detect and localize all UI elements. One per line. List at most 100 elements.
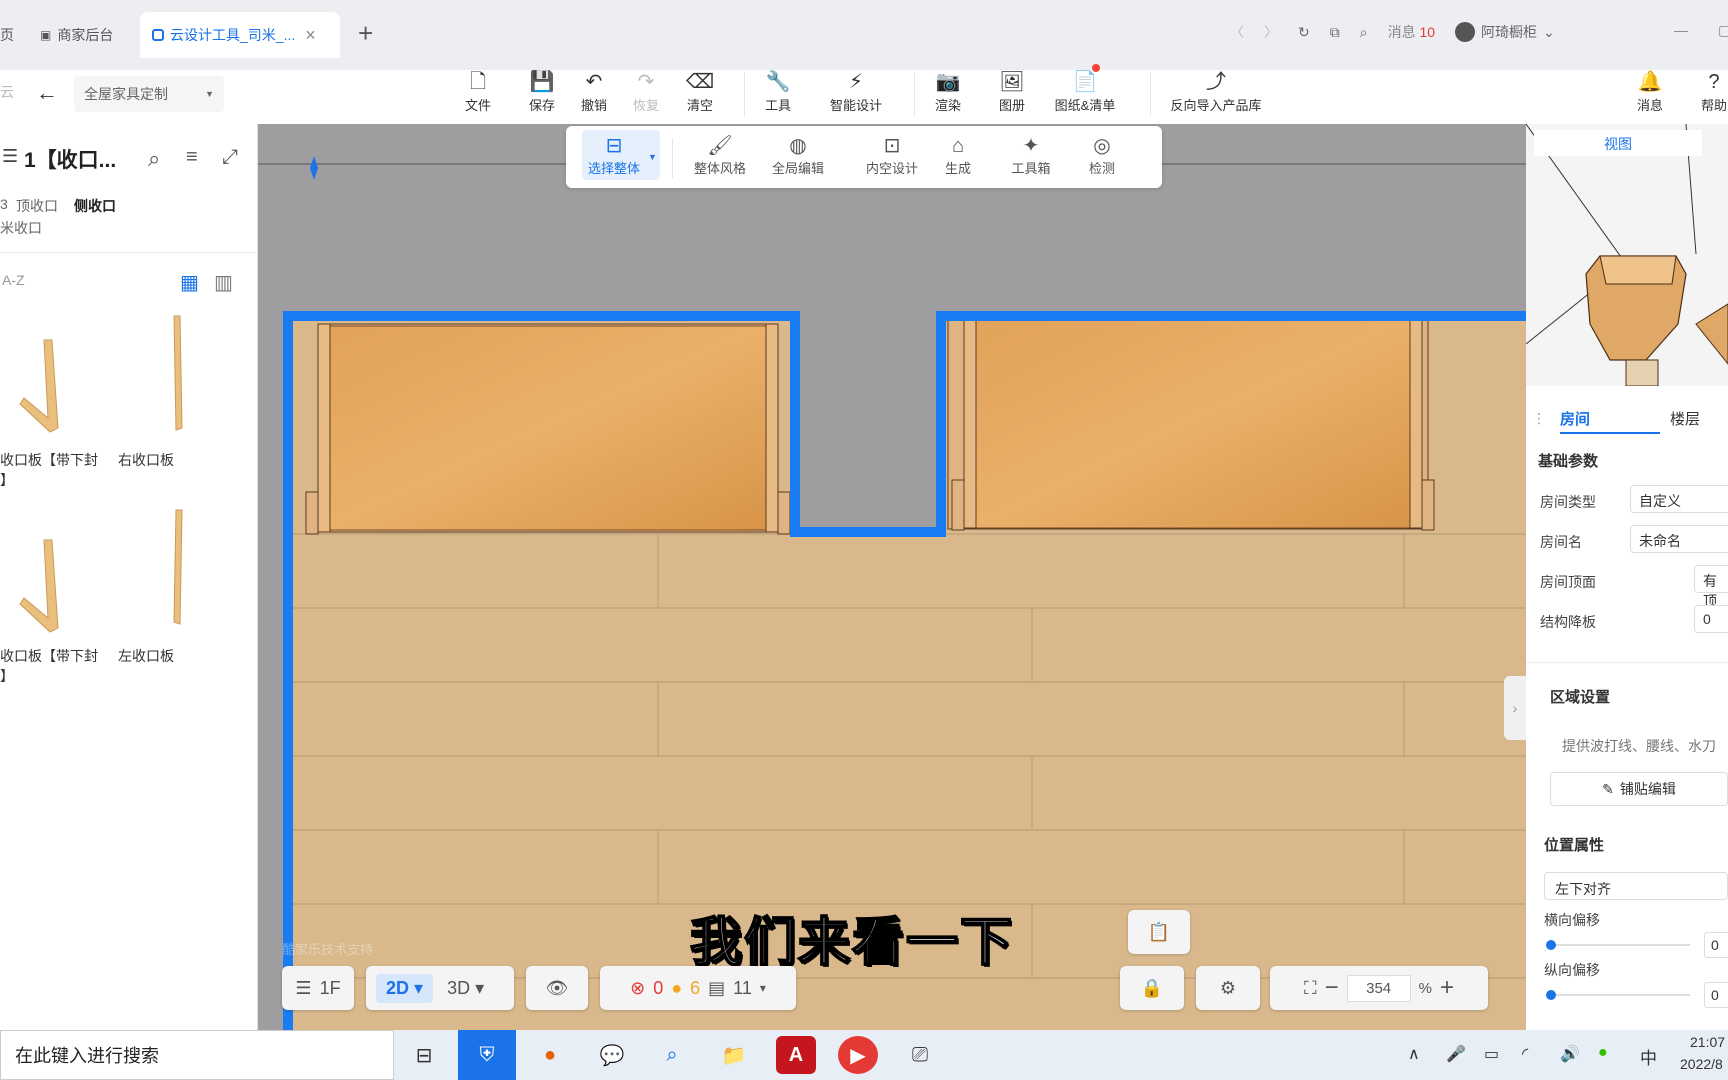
clipboard-button[interactable]: 📋: [1128, 910, 1190, 954]
ime-indicator[interactable]: 中: [1640, 1044, 1657, 1069]
product-thumb-2[interactable]: [150, 310, 210, 440]
room-name-input[interactable]: 未命名: [1630, 525, 1728, 553]
forward-icon[interactable]: 〉: [1264, 22, 1278, 42]
tab-merchant-backend[interactable]: ▣ 商家后台: [40, 16, 113, 54]
message-button[interactable]: 🔔 消息: [1634, 70, 1666, 122]
interior-design-button[interactable]: ⊡ 内空设计: [862, 134, 922, 177]
album-button[interactable]: 🖼 图册: [996, 70, 1028, 122]
clock-time[interactable]: 21:07: [1690, 1034, 1725, 1050]
drag-handle-icon[interactable]: ⋮: [1532, 410, 1546, 427]
file-button[interactable]: 🗋 文件: [462, 70, 494, 122]
tab-room[interactable]: 房间: [1560, 408, 1590, 429]
v-offset-slider[interactable]: [1546, 990, 1556, 1000]
tab-first[interactable]: 页: [0, 16, 14, 54]
align-select[interactable]: 左下对齐: [1544, 872, 1728, 900]
grid-view-icon[interactable]: ▦: [180, 270, 199, 295]
lock-button[interactable]: 🔒: [1120, 966, 1184, 1010]
paste-edit-button[interactable]: ✎ 铺贴编辑: [1550, 772, 1728, 806]
filter-top-trim[interactable]: 顶收口: [16, 196, 58, 216]
refresh-icon[interactable]: ↻: [1298, 24, 1310, 41]
generate-button[interactable]: ⌂ 生成: [942, 134, 974, 177]
expand-icon[interactable]: ⤢: [222, 146, 238, 169]
room-ceiling-select[interactable]: 有顶: [1694, 565, 1728, 609]
filter-meter-trim[interactable]: 米收口: [0, 218, 42, 238]
collapse-panel-button[interactable]: ›: [1504, 676, 1526, 740]
tools-button[interactable]: 🔧 工具: [762, 70, 794, 122]
reverse-import-button[interactable]: ⤴ 反向导入产品库: [1166, 70, 1266, 122]
caret-down-icon[interactable]: ▼: [648, 152, 657, 162]
status-summary[interactable]: ⊗ 0 ● 6 ▤ 11 ▾: [600, 966, 796, 1010]
product-thumb-1[interactable]: [0, 300, 80, 440]
floor-button[interactable]: ☰ 1F: [282, 966, 354, 1010]
messages-link[interactable]: 消息 10: [1388, 22, 1435, 42]
h-offset-slider[interactable]: [1546, 940, 1556, 950]
firefox-icon[interactable]: ●: [530, 1036, 570, 1074]
redo-button[interactable]: ↷ 恢复: [630, 70, 662, 122]
sort-label[interactable]: A-Z: [2, 272, 25, 288]
new-tab-button[interactable]: +: [358, 14, 373, 52]
autocad-icon[interactable]: A: [776, 1036, 816, 1074]
tab-floor[interactable]: 楼层: [1670, 408, 1700, 429]
zoom-out-icon[interactable]: −: [1325, 974, 1339, 1002]
copy-icon[interactable]: ⧉: [1330, 24, 1340, 41]
wechat-tray-icon[interactable]: ●: [1598, 1044, 1608, 1062]
filter-side-trim[interactable]: 侧收口: [74, 196, 116, 216]
mic-icon[interactable]: 🎤: [1446, 1044, 1466, 1064]
room-type-select[interactable]: 自定义: [1630, 485, 1728, 513]
app-browser-icon[interactable]: ⛨: [458, 1030, 516, 1080]
h-offset-input[interactable]: 0: [1704, 932, 1728, 958]
clear-button[interactable]: ⌫ 清空: [684, 70, 716, 122]
list-icon[interactable]: ☰: [2, 146, 18, 167]
mode-2d-button[interactable]: 2D ▾: [376, 973, 434, 1003]
camera-app-icon[interactable]: ⎚: [900, 1036, 940, 1074]
floor-plan[interactable]: [258, 124, 1526, 1030]
clock-date[interactable]: 2022/8: [1680, 1056, 1723, 1072]
save-button[interactable]: 💾 保存: [526, 70, 558, 122]
tab-cloud-design[interactable]: 云设计工具_司米_... ×: [140, 12, 340, 58]
minimize-icon[interactable]: —: [1674, 22, 1688, 38]
mode-3d-button[interactable]: 3D ▾: [441, 974, 490, 1003]
recorder-icon[interactable]: ▶: [838, 1036, 878, 1074]
search-app-icon[interactable]: ⌕: [652, 1036, 692, 1074]
fit-view-icon[interactable]: ⛶: [1304, 978, 1317, 999]
render-button[interactable]: 📷 渲染: [932, 70, 964, 122]
select-all-button[interactable]: ⊟ 选择整体: [584, 134, 644, 177]
product-thumb-3[interactable]: [0, 500, 80, 640]
list-view-icon[interactable]: ▥: [214, 270, 233, 295]
volume-icon[interactable]: 🔊: [1560, 1044, 1580, 1064]
taskbar-search[interactable]: 在此键入进行搜索: [0, 1030, 394, 1080]
search-icon[interactable]: ⌕: [1360, 24, 1368, 41]
smart-design-button[interactable]: ⚡ 智能设计: [826, 70, 886, 122]
zoom-in-icon[interactable]: +: [1440, 974, 1454, 1002]
slab-drop-input[interactable]: 0: [1694, 605, 1728, 633]
search-icon[interactable]: ⌕: [148, 146, 160, 172]
category-select[interactable]: 全屋家具定制 ▼: [74, 76, 224, 112]
help-button[interactable]: ? 帮助: [1700, 70, 1728, 122]
close-icon[interactable]: ×: [305, 25, 316, 46]
tray-chevron-icon[interactable]: ∧: [1408, 1044, 1420, 1064]
drawing-list-button[interactable]: 📄 图纸&清单: [1050, 70, 1120, 122]
battery-icon[interactable]: ▭: [1484, 1044, 1499, 1064]
product-thumb-4[interactable]: [150, 504, 210, 634]
task-view-icon[interactable]: ⊟: [404, 1036, 444, 1074]
user-menu[interactable]: 阿琦橱柜 ⌄: [1455, 22, 1555, 42]
folder-icon[interactable]: 📁: [714, 1036, 754, 1074]
v-offset-input[interactable]: 0: [1704, 982, 1728, 1008]
maximize-icon[interactable]: ▢: [1718, 22, 1728, 39]
toolbox-button[interactable]: ✦ 工具箱: [1008, 134, 1054, 177]
undo-button[interactable]: ↶ 撤销: [578, 70, 610, 122]
detect-button[interactable]: ◎ 检测: [1086, 134, 1118, 177]
back-arrow-icon[interactable]: ←: [36, 80, 58, 106]
zoom-input[interactable]: 354: [1346, 974, 1411, 1002]
toggle-button[interactable]: ⚙: [1196, 966, 1260, 1010]
visibility-button[interactable]: 👁: [526, 966, 588, 1010]
back-icon[interactable]: 〈: [1230, 22, 1244, 42]
3d-preview[interactable]: [1525, 123, 1728, 387]
view-tab[interactable]: 视图: [1534, 130, 1702, 156]
filter-icon[interactable]: ≡: [186, 146, 198, 169]
global-edit-button[interactable]: ◍ 全局编辑: [768, 134, 828, 177]
network-icon[interactable]: ◜: [1522, 1044, 1528, 1064]
overall-style-button[interactable]: 🖌 整体风格: [690, 134, 750, 177]
wechat-icon[interactable]: 💬: [592, 1036, 632, 1074]
design-canvas[interactable]: 酷家乐技术支持: [258, 124, 1526, 1030]
